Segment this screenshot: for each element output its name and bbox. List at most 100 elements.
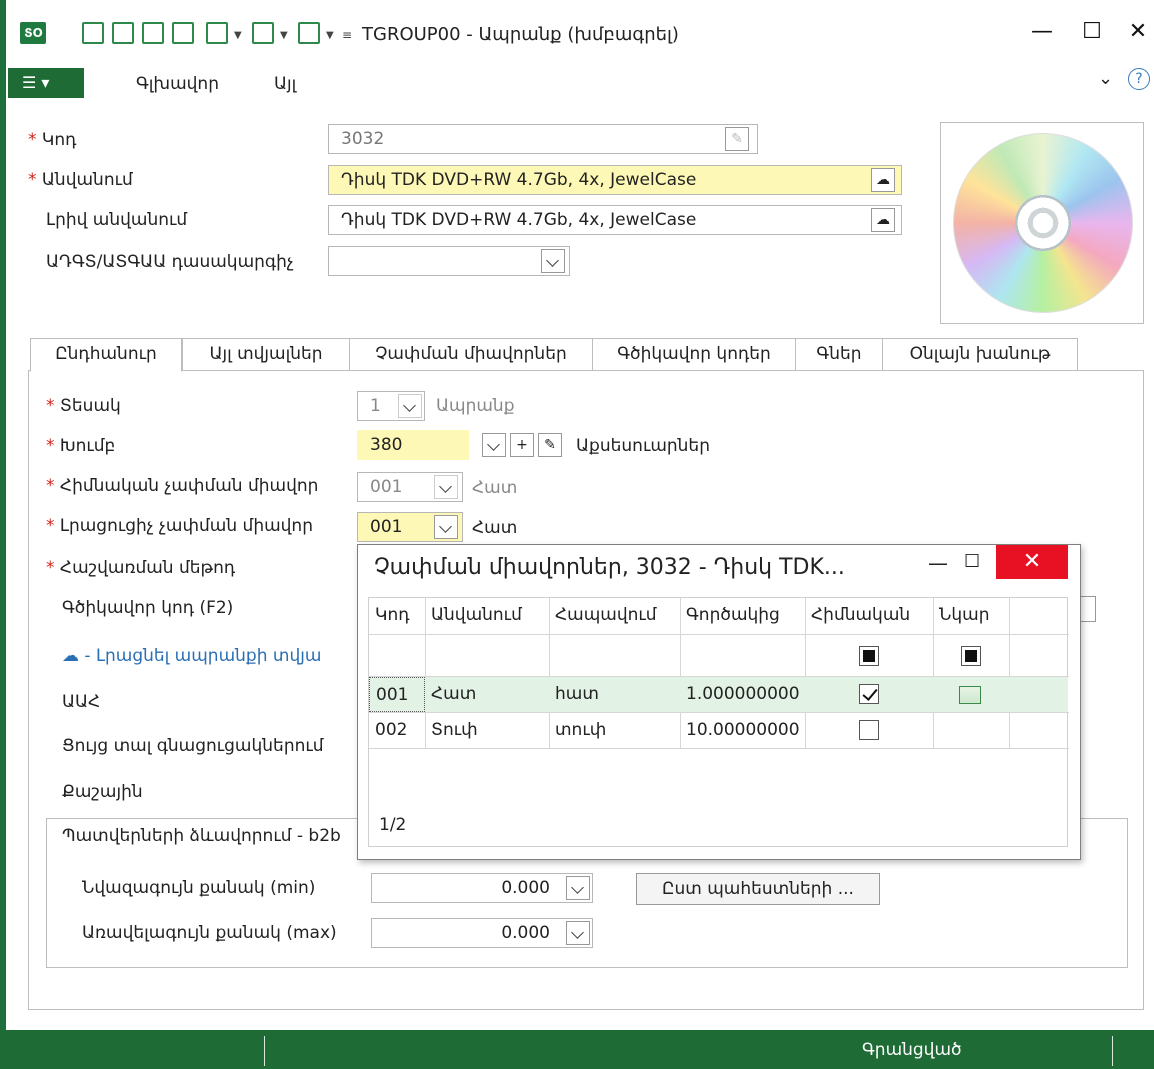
row-base-checkbox[interactable]: [859, 684, 879, 704]
fullname-label: Լրիվ անվանում: [46, 210, 188, 230]
fill-product-data-link[interactable]: ☁ - Լրացնել ապրանքի տվյա: [62, 646, 321, 666]
name-label: * Անվանում: [28, 170, 133, 190]
save-new-icon[interactable]: [142, 22, 164, 44]
max-qty-field[interactable]: 0.000: [371, 918, 593, 948]
row-name-cell[interactable]: Հատ: [425, 677, 476, 713]
chevron-down-icon: [434, 475, 458, 499]
status-bar: [0, 1030, 1154, 1069]
column-header-code[interactable]: Կոդ: [369, 598, 410, 634]
app-icon: ՏՕ: [20, 22, 46, 44]
show-in-pricelists-label: Ցույց տալ գնացուցակներում: [62, 736, 324, 756]
column-header-picture[interactable]: Նկար: [933, 598, 990, 634]
name-field[interactable]: Դիսկ TDK DVD+RW 4.7Gb, 4x, JewelCase ☁: [328, 165, 902, 195]
maximize-button[interactable]: ☐: [1072, 14, 1112, 50]
cloud-icon: ☁: [62, 646, 85, 666]
classifier-label: ԱԴԳՏ/ԱՏԳԱԱ դասակարգիչ: [46, 252, 294, 272]
cloud-icon[interactable]: ☁: [871, 208, 895, 232]
units-popup-window: Չափման միավորներ, 3032 - Դիսկ TDK... — ☐…: [357, 544, 1081, 860]
type-name: Ապրանք: [436, 396, 515, 416]
popup-title: Չափման միավորներ, 3032 - Դիսկ TDK...: [374, 555, 845, 580]
row-factor-cell[interactable]: 1.000000000: [680, 677, 800, 713]
save-close-icon[interactable]: [112, 22, 134, 44]
type-label: * Տեսակ: [46, 396, 121, 416]
extra-unit-name: Հատ: [472, 518, 518, 538]
minimize-button[interactable]: —: [1022, 14, 1062, 50]
row-code-cell[interactable]: 002: [369, 713, 407, 749]
orders-b2b-group-title: Պատվերների ձևավորում - b2b: [58, 826, 345, 846]
row-abbr-cell[interactable]: տուփ: [549, 713, 606, 749]
group-label: * Խումբ: [46, 436, 116, 456]
type-select[interactable]: 1: [357, 391, 425, 421]
save-icon[interactable]: [82, 22, 104, 44]
product-image[interactable]: [940, 122, 1144, 324]
tab-online-store[interactable]: Օնլայն խանութ: [882, 338, 1078, 371]
chevron-down-icon[interactable]: [434, 515, 458, 539]
chevron-down-icon[interactable]: ▼: [326, 30, 334, 41]
popup-close-button[interactable]: ✕: [996, 545, 1068, 579]
image-icon[interactable]: [959, 686, 981, 704]
column-header-factor[interactable]: Գործակից: [680, 598, 780, 634]
add-icon[interactable]: +: [510, 433, 534, 457]
extra-unit-select[interactable]: 001: [357, 512, 463, 542]
status-separator: [1112, 1036, 1113, 1066]
group-code-field[interactable]: 380: [357, 430, 469, 460]
units-grid: Կոդ Անվանում Հապավում Գործակից Հիմնական …: [368, 597, 1069, 847]
filter-icon[interactable]: ≡: [342, 28, 352, 42]
chevron-down-icon[interactable]: ▼: [280, 30, 288, 41]
by-stock-button[interactable]: Ըստ պահեստների ...: [636, 873, 880, 905]
base-unit-label: * Հիմնական չափման միավոր: [46, 476, 319, 496]
fullname-field[interactable]: Դիսկ TDK DVD+RW 4.7Gb, 4x, JewelCase ☁: [328, 205, 902, 235]
chevron-down-icon[interactable]: [566, 921, 590, 945]
cd-disc-picture: [953, 133, 1133, 313]
collapse-ribbon-icon[interactable]: ⌄: [1098, 68, 1113, 89]
classifier-select[interactable]: [328, 246, 570, 276]
chevron-down-icon[interactable]: ▼: [234, 30, 242, 41]
max-qty-label: Առավելագույն քանակ (max): [82, 923, 337, 943]
table-icon[interactable]: [298, 22, 320, 44]
menu-item-other[interactable]: Այլ: [274, 74, 296, 94]
cloud-icon[interactable]: ☁: [871, 168, 895, 192]
chevron-down-icon[interactable]: [566, 876, 590, 900]
calc-method-label: * Հաշվառման մեթոդ: [46, 558, 236, 578]
main-menu-button[interactable]: ☰ ▾: [8, 68, 84, 98]
grid-pager: 1/2: [379, 815, 407, 835]
close-button[interactable]: ✕: [1118, 14, 1154, 50]
popup-maximize-button[interactable]: ☐: [964, 551, 980, 572]
tab-units[interactable]: Չափման միավորներ: [349, 338, 593, 371]
help-icon[interactable]: ?: [1128, 68, 1150, 90]
vat-label: ԱԱՀ: [62, 692, 101, 712]
chevron-down-icon: [398, 394, 422, 418]
magic-wand-icon: ✎: [725, 127, 749, 151]
filter-picture-checkbox[interactable]: [961, 646, 981, 666]
row-code-cell[interactable]: 001: [369, 677, 425, 712]
title-bar: ՏՕ ▼ ▼ ▼ ≡ TGROUP00 - Ապրանք (խմբագրել) …: [0, 0, 1154, 62]
column-header-base[interactable]: Հիմնական: [805, 598, 910, 634]
status-separator: [264, 1036, 265, 1066]
list-sum-icon[interactable]: [252, 22, 274, 44]
tab-barcodes[interactable]: Գծիկավոր կոդեր: [592, 338, 796, 371]
document-action-icon[interactable]: [206, 22, 228, 44]
chevron-down-icon[interactable]: [482, 433, 506, 457]
code-field[interactable]: 3032 ✎: [328, 124, 758, 154]
edit-icon[interactable]: ✎: [538, 433, 562, 457]
base-unit-select[interactable]: 001: [357, 472, 463, 502]
list-icon: ☰ ▾: [22, 73, 50, 92]
row-abbr-cell[interactable]: հատ: [549, 677, 599, 713]
tab-prices[interactable]: Գներ: [795, 338, 883, 371]
copy-icon[interactable]: [172, 22, 194, 44]
chevron-down-icon[interactable]: [541, 249, 565, 273]
column-header-abbr[interactable]: Հապավում: [549, 598, 657, 634]
row-factor-cell[interactable]: 10.00000000: [680, 713, 800, 749]
weight-label: Քաշային: [62, 782, 143, 802]
filter-base-checkbox[interactable]: [859, 646, 879, 666]
row-base-checkbox[interactable]: [859, 720, 879, 740]
menu-item-main[interactable]: Գլխավոր: [136, 74, 219, 94]
popup-minimize-button[interactable]: —: [928, 551, 948, 575]
row-name-cell[interactable]: Տուփ: [425, 713, 478, 749]
tab-general[interactable]: Ընդհանուր: [30, 338, 182, 372]
window-title: TGROUP00 - Ապրանք (խմբագրել): [362, 24, 679, 45]
column-header-name[interactable]: Անվանում: [425, 598, 522, 634]
min-qty-field[interactable]: 0.000: [371, 873, 593, 903]
tab-other-data[interactable]: Այլ տվյալներ: [182, 338, 350, 371]
window-accent-bar: [0, 62, 6, 1069]
